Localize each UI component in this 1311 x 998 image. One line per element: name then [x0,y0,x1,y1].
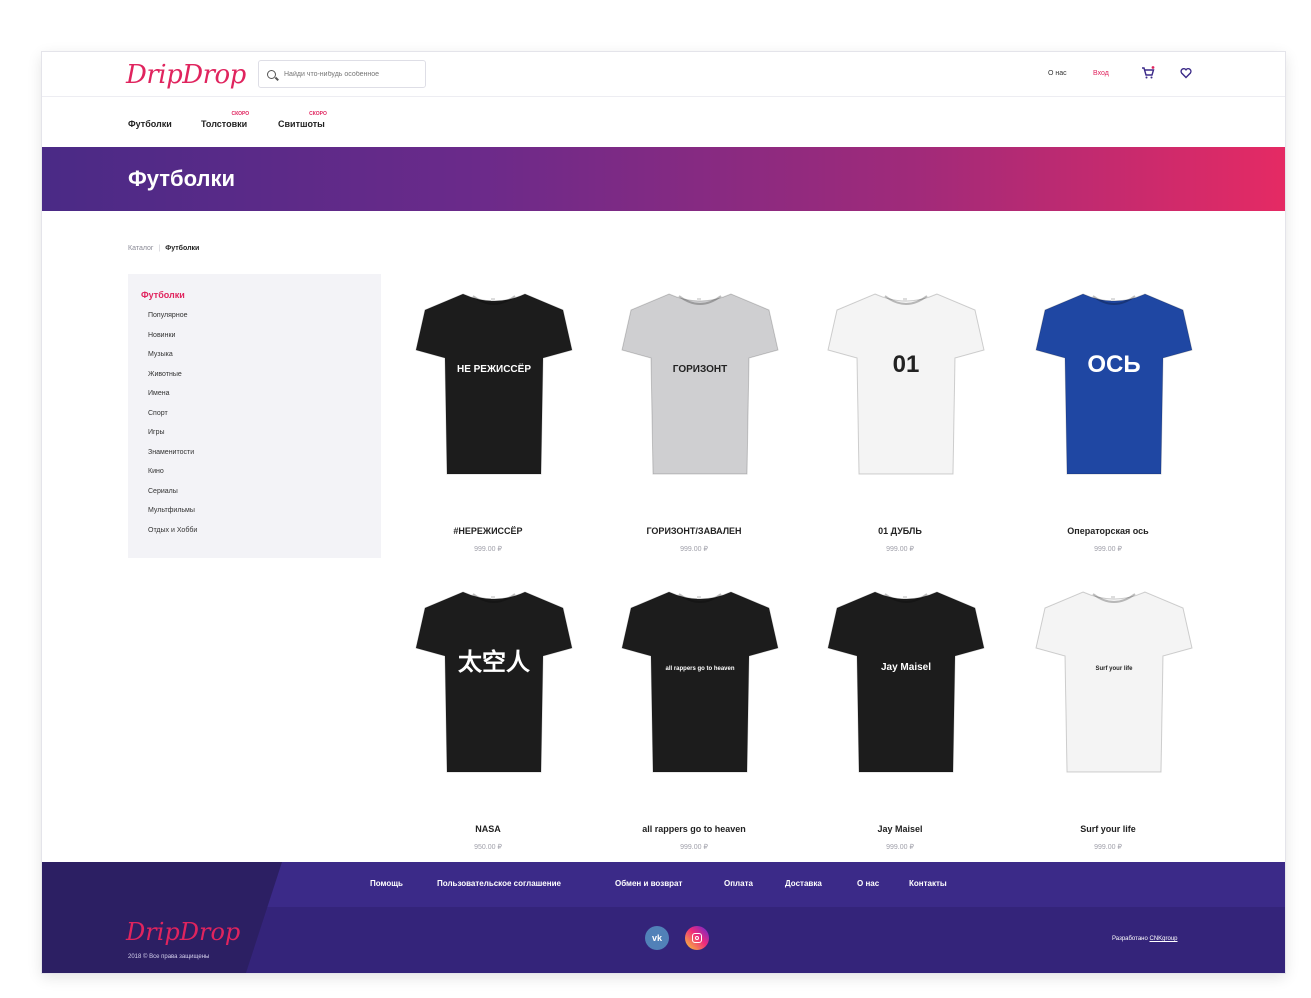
sidebar-item[interactable]: Новинки [148,330,197,350]
product-price: 999.00 ₽ [1094,844,1122,851]
product-price: 999.00 ₽ [680,546,708,553]
tshirt-image[interactable]: ГОРИЗОНТ [621,288,779,480]
product-price: 999.00 ₽ [1094,546,1122,553]
tshirt-image[interactable]: Surf your life [1035,586,1193,778]
footer-link[interactable]: Контакты [909,879,947,888]
breadcrumb: Каталог | Футболки [128,245,200,252]
search-icon [267,69,276,79]
developer-link[interactable]: CNKgroup [1149,936,1177,942]
tshirt-image[interactable]: 太空人 [415,586,573,778]
product-card[interactable]: 太空人 NASA 950.00 ₽ [398,586,578,861]
footer-link[interactable]: Обмен и возврат [615,879,682,888]
tshirt-image[interactable]: Jay Maisel [827,586,985,778]
product-price: 999.00 ₽ [886,844,914,851]
product-price: 999.00 ₽ [474,546,502,553]
tshirt-image[interactable]: НЕ РЕЖИССЁР [415,288,573,480]
shirt-print: 01 [893,351,920,378]
product-name[interactable]: 01 ДУБЛЬ [810,526,990,536]
search-input[interactable] [284,70,414,78]
shirt-print: ГОРИЗОНТ [673,364,727,375]
tshirt-image[interactable]: 01 [827,288,985,480]
copyright: 2018 © Все права защищены [128,954,210,960]
tshirt-image[interactable]: ОСЬ [1035,288,1193,480]
sidebar-title[interactable]: Футболки [141,290,185,300]
shirt-print: ОСЬ [1087,351,1140,378]
heart-icon[interactable] [1180,67,1192,79]
sidebar-item[interactable]: Кино [148,466,197,486]
nav-item-hoodies[interactable]: Толстовки СКОРО [201,111,249,129]
site-footer: Помощь Пользовательское соглашение Обмен и… [42,862,1285,973]
shirt-print: Surf your life [1095,666,1133,672]
page-frame: DripDrop О нас Вход Футболки ТолстовкиСК… [42,52,1285,973]
about-link[interactable]: О нас [1048,70,1067,77]
product-name[interactable]: Surf your life [1018,824,1198,834]
product-name[interactable]: ГОРИЗОНТ/ЗАВАЛЕН [604,526,784,536]
page-title: Футболки [128,166,236,191]
login-link[interactable]: Вход [1093,70,1109,77]
breadcrumb-root[interactable]: Каталог [128,245,153,252]
sidebar-item[interactable]: Спорт [148,408,197,428]
footer-link[interactable]: Доставка [785,879,822,888]
product-card[interactable]: ГОРИЗОНТ ГОРИЗОНТ/ЗАВАЛЕН 999.00 ₽ [604,288,784,563]
soon-badge: СКОРО [231,111,250,117]
developer-credit: Разработано CNKgroup [1112,936,1178,942]
sidebar: Футболки Популярное Новинки Музыка Животные… [128,274,381,558]
sidebar-item[interactable]: Игры [148,427,197,447]
product-name[interactable]: Jay Maisel [810,824,990,834]
sidebar-item[interactable]: Сериалы [148,486,197,506]
sidebar-item[interactable]: Животные [148,369,197,389]
product-card[interactable]: 01 01 ДУБЛЬ 999.00 ₽ [810,288,990,563]
nav-item-tshirts[interactable]: Футболки [128,119,172,129]
sidebar-item[interactable]: Отдых и Хобби [148,525,197,545]
product-card[interactable]: ОСЬ Операторская ось 999.00 ₽ [1018,288,1198,563]
sidebar-list: Популярное Новинки Музыка Животные Имена Спор… [148,310,197,544]
product-name[interactable]: all rappers go to heaven [604,824,784,834]
footer-link[interactable]: О нас [857,879,879,888]
shirt-print: all rappers go to heaven [665,666,734,672]
product-name[interactable]: NASA [398,824,578,834]
cart-icon[interactable] [1141,66,1155,80]
product-price: 999.00 ₽ [680,844,708,851]
sidebar-item[interactable]: Знаменитости [148,447,197,467]
product-card[interactable]: all rappers go to heaven all rappers go t… [604,586,784,861]
site-logo[interactable]: DripDrop [126,60,246,90]
site-header: DripDrop О нас Вход [42,52,1285,97]
product-name[interactable]: #НЕРЕЖИССЁР [398,526,578,536]
shirt-print: Jay Maisel [881,662,931,673]
nav-item-sweatshirts[interactable]: Свитшоты СКОРО [278,111,327,129]
vk-icon[interactable]: vk [645,926,669,950]
product-card[interactable]: Jay Maisel Jay Maisel 999.00 ₽ [810,586,990,861]
product-price: 999.00 ₽ [886,546,914,553]
sidebar-item[interactable]: Музыка [148,349,197,369]
category-nav: Футболки Толстовки СКОРО Свитшоты СКОРО [42,97,1285,147]
footer-link[interactable]: Помощь [370,879,403,888]
category-banner: Футболки [42,147,1285,211]
tshirt-image[interactable]: all rappers go to heaven [621,586,779,778]
product-card[interactable]: Surf your life Surf your life 999.00 ₽ [1018,586,1198,861]
footer-logo[interactable]: DripDrop [126,918,240,946]
instagram-icon[interactable] [685,926,709,950]
breadcrumb-current: Футболки [165,245,200,252]
product-price: 950.00 ₽ [474,844,502,851]
soon-badge: СКОРО [309,111,327,117]
sidebar-item[interactable]: Популярное [148,310,197,330]
product-name[interactable]: Операторская ось [1018,526,1198,536]
sidebar-item[interactable]: Мультфильмы [148,505,197,525]
footer-link[interactable]: Пользовательское соглашение [437,879,561,888]
footer-link[interactable]: Оплата [724,879,753,888]
shirt-print: НЕ РЕЖИССЁР [457,362,531,375]
shirt-print: 太空人 [458,648,530,676]
search-box[interactable] [258,60,426,88]
product-card[interactable]: НЕ РЕЖИССЁР #НЕРЕЖИССЁР 999.00 ₽ [398,288,578,563]
sidebar-item[interactable]: Имена [148,388,197,408]
